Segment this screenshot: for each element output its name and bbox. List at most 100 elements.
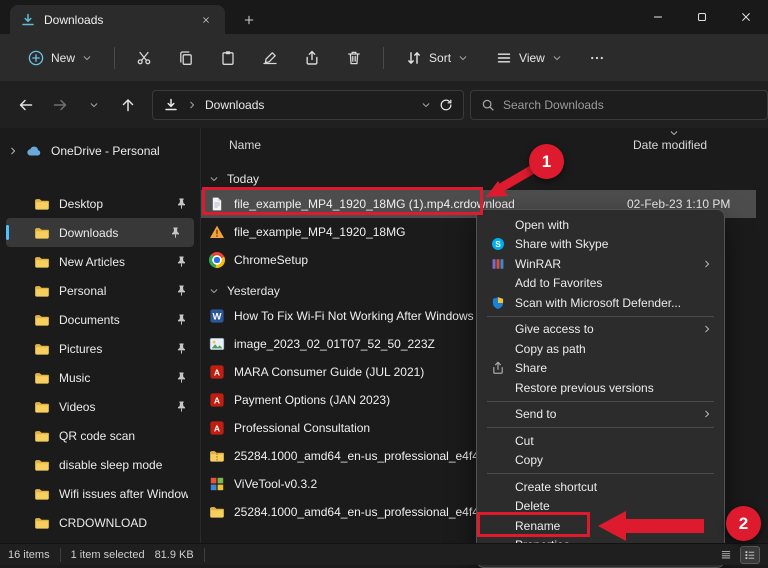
cab-archive-icon	[209, 448, 225, 464]
arrow-right-icon	[52, 97, 68, 113]
menu-item-label: Send to	[515, 407, 556, 421]
cut-button[interactable]	[123, 41, 165, 75]
new-button[interactable]: New	[18, 43, 102, 73]
file-name: Payment Options (JAN 2023)	[234, 393, 390, 407]
menu-item-share[interactable]: Share	[481, 359, 720, 379]
sidebar-item-label: Personal	[59, 284, 106, 298]
folder-icon	[34, 515, 50, 531]
menu-icon-slot	[489, 236, 507, 252]
sidebar-item-documents[interactable]: Documents	[0, 305, 200, 334]
menu-item-open-with[interactable]: Open with	[481, 215, 720, 235]
search-box[interactable]	[470, 90, 768, 120]
menu-item-create-shortcut[interactable]: Create shortcut	[481, 477, 720, 497]
sidebar-item-new-articles[interactable]: New Articles	[0, 247, 200, 276]
menu-item-send-to[interactable]: Send to	[481, 405, 720, 425]
sidebar-item-desktop[interactable]: Desktop	[0, 189, 200, 218]
file-name: Professional Consultation	[234, 421, 370, 435]
menu-item-label: WinRAR	[515, 257, 561, 271]
sidebar-item-label: Documents	[59, 313, 120, 327]
new-button-label: New	[51, 51, 75, 65]
see-more-button[interactable]	[576, 41, 618, 75]
address-bar[interactable]: Downloads	[152, 90, 464, 120]
chevron-right-icon[interactable]	[8, 146, 18, 156]
folder-icon	[34, 312, 50, 328]
view-button[interactable]: View	[486, 43, 572, 73]
file-name: ViVeTool-v0.3.2	[234, 477, 317, 491]
status-bar: 16 items 1 item selected 81.9 KB	[0, 543, 768, 565]
maximize-button[interactable]	[680, 0, 724, 34]
menu-icon-slot	[489, 452, 507, 468]
sidebar-item-videos[interactable]: Videos	[0, 392, 200, 421]
breadcrumb-downloads[interactable]: Downloads	[205, 98, 264, 112]
group-header-yesterday[interactable]: Yesterday	[209, 280, 280, 302]
close-button[interactable]	[724, 0, 768, 34]
forward-button[interactable]	[46, 91, 74, 119]
menu-icon-slot	[489, 341, 507, 357]
menu-separator	[487, 401, 714, 402]
column-header-name[interactable]: Name	[229, 138, 261, 152]
recent-locations-button[interactable]	[80, 91, 108, 119]
selection-info: 1 item selected	[71, 549, 145, 561]
refresh-icon[interactable]	[439, 98, 453, 112]
sidebar-item-label: Videos	[59, 400, 95, 414]
menu-item-give-access-to[interactable]: Give access to	[481, 320, 720, 340]
search-icon	[481, 98, 495, 112]
column-header-date[interactable]: Date modified	[633, 138, 707, 152]
share-button[interactable]	[291, 41, 333, 75]
details-view-toggle[interactable]	[740, 546, 760, 564]
sidebar-item-onedrive[interactable]: OneDrive - Personal	[0, 136, 200, 165]
menu-item-restore-previous-versions[interactable]: Restore previous versions	[481, 378, 720, 398]
minimize-button[interactable]	[636, 0, 680, 34]
view-icon	[496, 50, 512, 66]
file-name: image_2023_02_01T07_52_50_223Z	[234, 337, 435, 351]
chevron-down-icon	[458, 53, 468, 63]
image-file-icon	[209, 336, 225, 352]
rename-button[interactable]	[249, 41, 291, 75]
sidebar-item-label: Wifi issues after Windows	[59, 487, 188, 501]
menu-item-label: Create shortcut	[515, 480, 597, 494]
menu-item-label: Copy as path	[515, 342, 586, 356]
menu-item-copy[interactable]: Copy	[481, 451, 720, 471]
selection-size: 81.9 KB	[155, 549, 194, 561]
titlebar: Downloads	[0, 0, 768, 34]
sidebar-item-crdownload[interactable]: CRDOWNLOAD	[0, 508, 200, 537]
up-button[interactable]	[114, 91, 142, 119]
menu-item-scan-with-defender[interactable]: Scan with Microsoft Defender...	[481, 293, 720, 313]
sort-direction-icon[interactable]	[669, 128, 679, 138]
menu-item-add-to-favorites[interactable]: Add to Favorites	[481, 274, 720, 294]
sidebar-item-disable-sleep-mode[interactable]: disable sleep mode	[0, 450, 200, 479]
tab-title: Downloads	[44, 13, 189, 27]
chevron-down-icon[interactable]	[421, 100, 431, 110]
sidebar-item-pictures[interactable]: Pictures	[0, 334, 200, 363]
annotation-box-rename	[477, 512, 590, 537]
sort-button[interactable]: Sort	[396, 43, 478, 73]
chevron-down-icon	[552, 53, 562, 63]
sidebar-item-label: Music	[59, 371, 90, 385]
search-input[interactable]	[503, 98, 757, 112]
menu-item-copy-as-path[interactable]: Copy as path	[481, 339, 720, 359]
new-tab-button[interactable]	[238, 9, 260, 31]
delete-button[interactable]	[333, 41, 375, 75]
menu-item-cut[interactable]: Cut	[481, 431, 720, 451]
sidebar-item-wifi-issues[interactable]: Wifi issues after Windows	[0, 479, 200, 508]
list-view-icon	[720, 549, 732, 561]
menu-item-winrar[interactable]: WinRAR	[481, 254, 720, 274]
back-button[interactable]	[12, 91, 40, 119]
sidebar-item-music[interactable]: Music	[0, 363, 200, 392]
pin-icon	[175, 197, 188, 210]
paste-button[interactable]	[207, 41, 249, 75]
sidebar-item-personal[interactable]: Personal	[0, 276, 200, 305]
sidebar-item-qr-code-scan[interactable]: QR code scan	[0, 421, 200, 450]
list-view-toggle[interactable]	[716, 546, 736, 564]
menu-item-share-with-skype[interactable]: Share with Skype	[481, 235, 720, 255]
plus-icon	[243, 14, 255, 26]
menu-icon-slot	[489, 275, 507, 291]
copy-button[interactable]	[165, 41, 207, 75]
pin-icon	[175, 371, 188, 384]
minimize-icon	[651, 10, 665, 24]
menu-item-label: Add to Favorites	[515, 276, 602, 290]
sidebar-item-downloads[interactable]: Downloads	[6, 218, 194, 247]
folder-icon	[34, 457, 50, 473]
tab-downloads[interactable]: Downloads	[10, 5, 225, 34]
tab-close-button[interactable]	[197, 11, 215, 29]
